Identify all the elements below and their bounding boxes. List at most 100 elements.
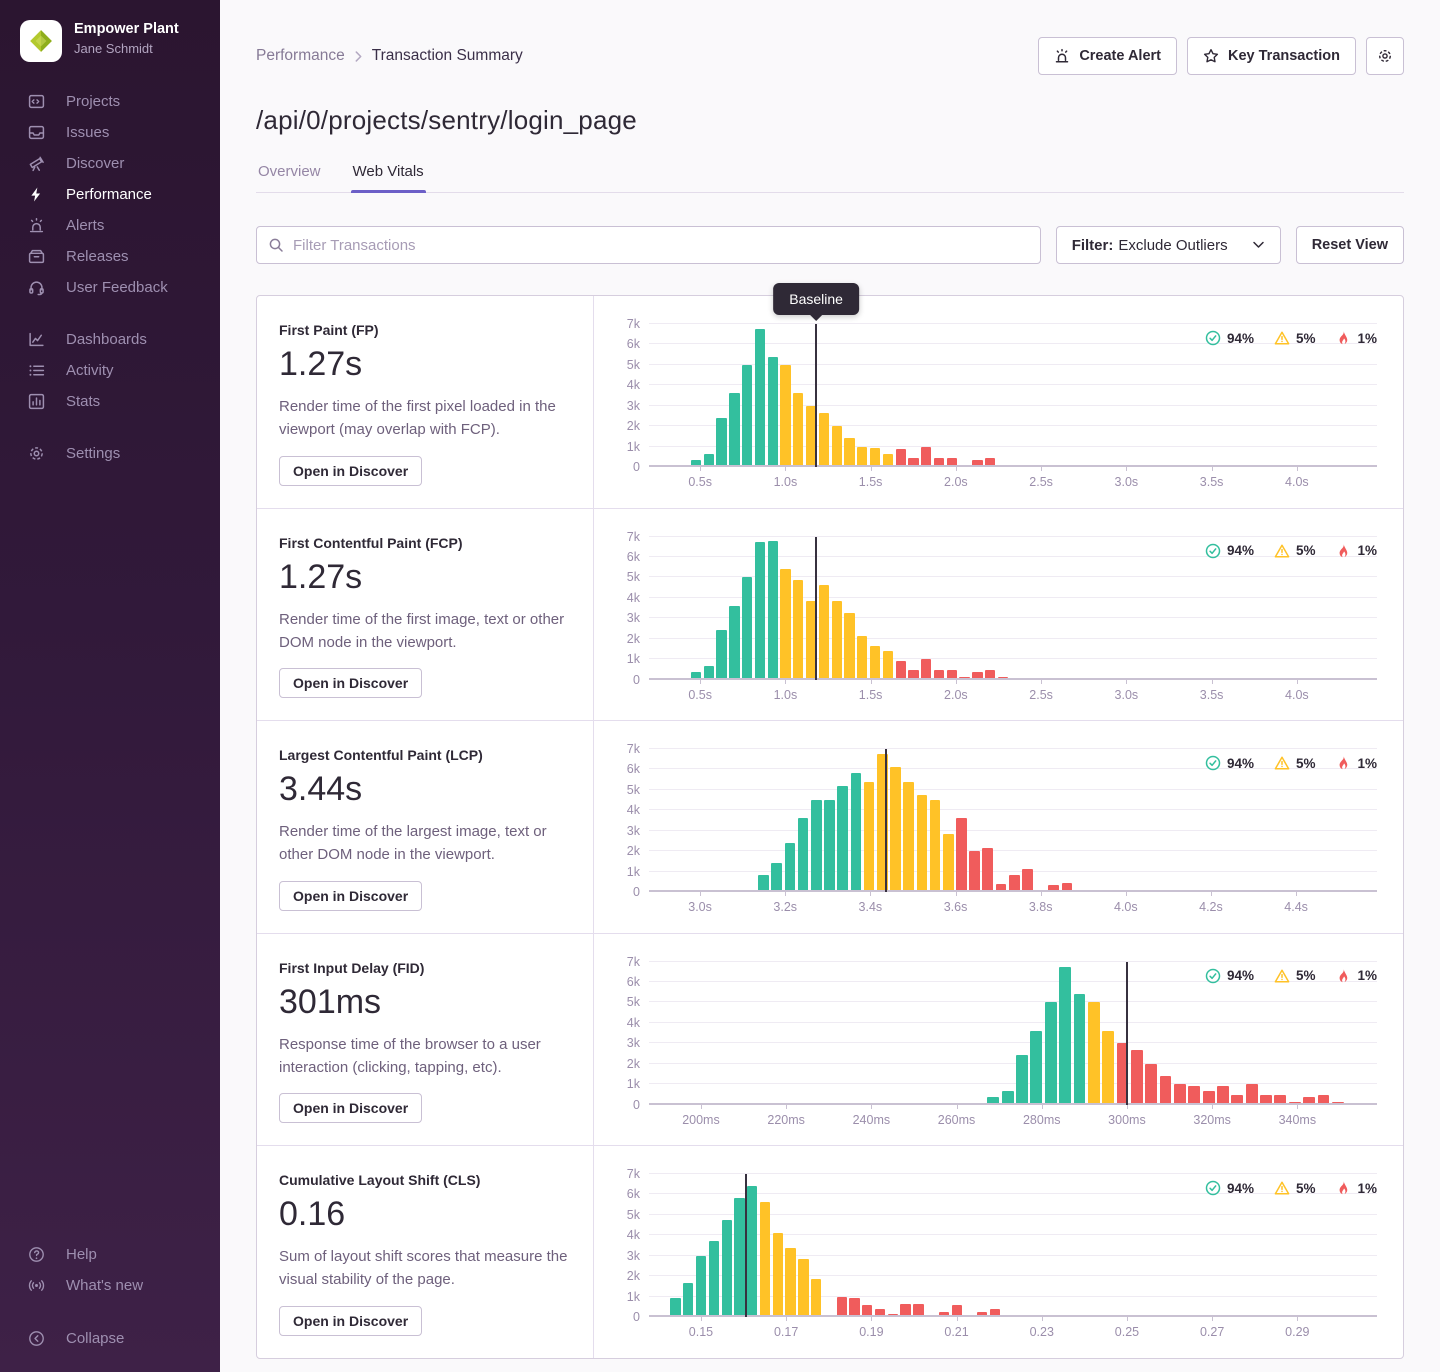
open-in-discover-button[interactable]: Open in Discover xyxy=(279,668,422,698)
siren-icon xyxy=(1054,48,1070,64)
sidebar-item-projects[interactable]: Projects xyxy=(0,86,220,117)
sidebar-item-dashboards[interactable]: Dashboards xyxy=(0,324,220,355)
vital-description: Render time of the first image, text or … xyxy=(279,608,571,655)
open-in-discover-button[interactable]: Open in Discover xyxy=(279,1093,422,1123)
vital-value: 1.27s xyxy=(279,558,571,597)
vital-value: 0.16 xyxy=(279,1195,571,1234)
filter-transactions-search xyxy=(256,226,1041,264)
sidebar-item-settings[interactable]: Settings xyxy=(0,438,220,469)
vital-value: 1.27s xyxy=(279,345,571,384)
stats-icon xyxy=(28,393,45,410)
sidebar-item-stats[interactable]: Stats xyxy=(0,386,220,417)
open-in-discover-button[interactable]: Open in Discover xyxy=(279,881,422,911)
check-circle-icon xyxy=(1205,330,1221,346)
open-in-discover-button[interactable]: Open in Discover xyxy=(279,456,422,486)
breadcrumb-performance[interactable]: Performance xyxy=(256,47,345,65)
dashboards-icon xyxy=(28,331,45,348)
check-circle-icon xyxy=(1205,755,1221,771)
vital-name: First Paint (FP) xyxy=(279,322,571,338)
chart-legend: 94% 5% 1% xyxy=(1205,330,1377,346)
check-circle-icon xyxy=(1205,1180,1221,1196)
sidebar-item-user-feedback[interactable]: User Feedback xyxy=(0,272,220,303)
check-circle-icon xyxy=(1205,543,1221,559)
page-title: /api/0/projects/sentry/login_page xyxy=(256,105,1404,136)
org-switcher[interactable]: Empower Plant Jane Schmidt xyxy=(0,16,220,86)
breadcrumb-transaction-summary: Transaction Summary xyxy=(372,47,523,65)
baseline-tooltip: Baseline xyxy=(773,283,859,315)
chevron-down-icon xyxy=(1252,241,1265,250)
collapse-icon xyxy=(28,1330,45,1347)
vital-description: Render time of the largest image, text o… xyxy=(279,820,571,867)
releases-icon xyxy=(28,248,45,265)
transaction-settings-button[interactable] xyxy=(1366,37,1404,75)
chart-legend: 94% 5% 1% xyxy=(1205,755,1377,771)
vital-value: 3.44s xyxy=(279,770,571,809)
star-icon xyxy=(1203,48,1219,64)
alerts-icon xyxy=(28,217,45,234)
sidebar: Empower Plant Jane Schmidt Projects Issu… xyxy=(0,0,220,1372)
vital-description: Response time of the browser to a user i… xyxy=(279,1033,571,1080)
key-transaction-button[interactable]: Key Transaction xyxy=(1187,37,1356,75)
chart-legend: 94% 5% 1% xyxy=(1205,543,1377,559)
chevron-right-icon xyxy=(355,51,362,62)
filter-dropdown[interactable]: Filter:Exclude Outliers xyxy=(1056,226,1281,264)
vital-row-fp: First Paint (FP) 1.27s Render time of th… xyxy=(257,296,1403,508)
create-alert-button[interactable]: Create Alert xyxy=(1038,37,1177,75)
help-icon xyxy=(28,1246,45,1263)
warning-icon xyxy=(1274,755,1290,771)
flame-icon xyxy=(1335,330,1351,346)
flame-icon xyxy=(1335,1180,1351,1196)
sidebar-item-alerts[interactable]: Alerts xyxy=(0,210,220,241)
cls-histogram-chart[interactable]: 94% 5% 1% 01k2k3k4k5k6k7k 0.150.170.190.… xyxy=(594,1146,1403,1358)
warning-icon xyxy=(1274,543,1290,559)
warning-icon xyxy=(1274,968,1290,984)
sidebar-item-releases[interactable]: Releases xyxy=(0,241,220,272)
lcp-histogram-chart[interactable]: 94% 5% 1% 01k2k3k4k5k6k7k 3.0s3.2s3.4s3.… xyxy=(594,721,1403,933)
vital-name: First Input Delay (FID) xyxy=(279,960,571,976)
empower-plant-logo-icon xyxy=(28,28,54,54)
user-name: Jane Schmidt xyxy=(74,41,179,56)
activity-icon xyxy=(28,362,45,379)
breadcrumb: Performance Transaction Summary xyxy=(256,47,523,65)
issues-icon xyxy=(28,124,45,141)
sidebar-item-performance[interactable]: Performance xyxy=(0,179,220,210)
check-circle-icon xyxy=(1205,968,1221,984)
chart-legend: 94% 5% 1% xyxy=(1205,1180,1377,1196)
vital-row-fid: First Input Delay (FID) 301ms Response t… xyxy=(257,933,1403,1146)
fp-histogram-chart[interactable]: 94% 5% 1% 01k2k3k4k5k6k7kBaseline 0.5s1.… xyxy=(594,296,1403,508)
fid-histogram-chart[interactable]: 94% 5% 1% 01k2k3k4k5k6k7k 200ms220ms240m… xyxy=(594,934,1403,1146)
vital-name: Cumulative Layout Shift (CLS) xyxy=(279,1172,571,1188)
chart-legend: 94% 5% 1% xyxy=(1205,968,1377,984)
vital-row-fcp: First Contentful Paint (FCP) 1.27s Rende… xyxy=(257,508,1403,721)
tab-web-vitals[interactable]: Web Vitals xyxy=(351,163,426,192)
sidebar-collapse-button[interactable]: Collapse xyxy=(0,1323,220,1354)
broadcast-icon xyxy=(28,1277,45,1294)
open-in-discover-button[interactable]: Open in Discover xyxy=(279,1306,422,1336)
search-icon xyxy=(268,237,284,253)
reset-view-button[interactable]: Reset View xyxy=(1296,226,1404,264)
flame-icon xyxy=(1335,968,1351,984)
gear-icon xyxy=(1377,48,1393,64)
performance-icon xyxy=(28,186,45,203)
search-input[interactable] xyxy=(256,226,1041,264)
flame-icon xyxy=(1335,543,1351,559)
tab-overview[interactable]: Overview xyxy=(256,163,323,192)
sidebar-item-issues[interactable]: Issues xyxy=(0,117,220,148)
warning-icon xyxy=(1274,1180,1290,1196)
discover-icon xyxy=(28,155,45,172)
main-content: Performance Transaction Summary Create A… xyxy=(220,0,1440,1372)
sidebar-item-activity[interactable]: Activity xyxy=(0,355,220,386)
vital-description: Render time of the first pixel loaded in… xyxy=(279,395,571,442)
org-name: Empower Plant xyxy=(74,20,179,38)
web-vitals-panel: First Paint (FP) 1.27s Render time of th… xyxy=(256,295,1404,1359)
vital-name: First Contentful Paint (FCP) xyxy=(279,535,571,551)
flame-icon xyxy=(1335,755,1351,771)
fcp-histogram-chart[interactable]: 94% 5% 1% 01k2k3k4k5k6k7k 0.5s1.0s1.5s2.… xyxy=(594,509,1403,721)
gear-icon xyxy=(28,445,45,462)
sidebar-item-discover[interactable]: Discover xyxy=(0,148,220,179)
vital-row-cls: Cumulative Layout Shift (CLS) 0.16 Sum o… xyxy=(257,1145,1403,1358)
sidebar-item-whats-new[interactable]: What's new xyxy=(0,1270,220,1301)
sidebar-item-help[interactable]: Help xyxy=(0,1239,220,1270)
tab-bar: Overview Web Vitals xyxy=(256,163,1404,193)
projects-icon xyxy=(28,93,45,110)
